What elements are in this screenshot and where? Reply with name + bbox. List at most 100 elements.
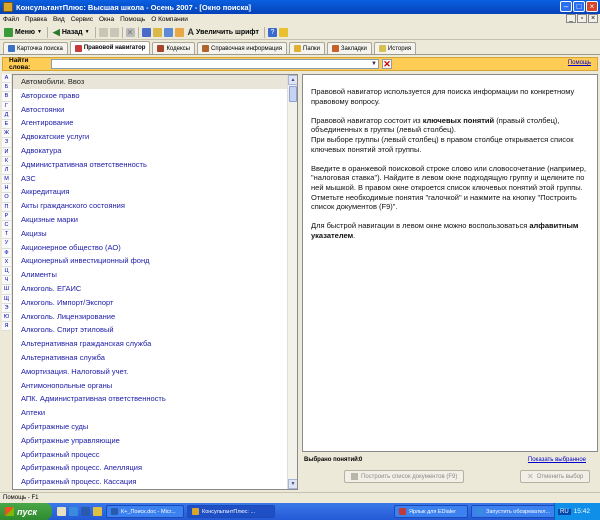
menu-file[interactable]: Файл: [3, 16, 19, 23]
find-icon[interactable]: [174, 27, 184, 37]
group-list-item[interactable]: Административная ответственность: [13, 158, 289, 172]
group-list-item[interactable]: АПК. Административная ответственность: [13, 392, 289, 406]
alphabet-letter[interactable]: М: [2, 175, 11, 185]
alphabet-letter[interactable]: В: [2, 92, 11, 102]
alphabet-letter[interactable]: О: [2, 193, 11, 203]
group-list-item[interactable]: Акцизы: [13, 227, 289, 241]
group-list-item[interactable]: Арбитражные управляющие: [13, 434, 289, 448]
tab-history[interactable]: История: [373, 42, 417, 54]
chevron-down-icon[interactable]: ▼: [370, 60, 378, 68]
tab-search-card[interactable]: Карточка поиска: [3, 42, 68, 54]
start-button[interactable]: пуск: [0, 503, 52, 520]
mdi-close-button[interactable]: ×: [588, 14, 598, 23]
tab-folders[interactable]: Папки: [289, 42, 325, 54]
group-list-item[interactable]: Альтернативная гражданская служба: [13, 337, 289, 351]
alphabet-letter[interactable]: Г: [2, 101, 11, 111]
group-list-item[interactable]: Аккредитация: [13, 185, 289, 199]
alphabet-letter[interactable]: Э: [2, 303, 11, 313]
word-export-icon[interactable]: [163, 27, 173, 37]
alphabet-letter[interactable]: У: [2, 239, 11, 249]
alphabet-letter[interactable]: Д: [2, 110, 11, 120]
task-consultant[interactable]: КонсультантПлюс: ...: [187, 505, 275, 518]
task-word-doc[interactable]: К+_Поиск.doc - Micr...: [106, 505, 184, 518]
tab-reference[interactable]: Справочная информация: [196, 42, 288, 54]
menu-button[interactable]: Меню ▼: [2, 26, 44, 38]
group-list-item[interactable]: Арбитражные суды: [13, 420, 289, 434]
alphabet-letter[interactable]: Ю: [2, 312, 11, 323]
desktop-icon[interactable]: [57, 507, 66, 516]
group-list-item[interactable]: Арбитражный процесс: [13, 448, 289, 462]
group-list-item[interactable]: Авторское право: [13, 89, 289, 103]
menu-help[interactable]: Помощь: [120, 16, 145, 23]
print-icon[interactable]: [141, 27, 151, 37]
group-list-item[interactable]: Амортизация. Налоговый учет.: [13, 365, 289, 379]
close-button[interactable]: ×: [586, 1, 598, 12]
alphabet-letter[interactable]: З: [2, 138, 11, 148]
group-list-item[interactable]: Акционерный инвестиционный фонд: [13, 254, 289, 268]
group-list-item[interactable]: Акционерное общество (АО): [13, 241, 289, 255]
tab-legal-navigator[interactable]: Правовой навигатор: [69, 41, 151, 54]
alphabet-letter[interactable]: И: [2, 147, 11, 157]
alphabet-letter[interactable]: Я: [2, 322, 11, 332]
group-list-item[interactable]: Адвокатура: [13, 144, 289, 158]
group-list-item[interactable]: Автомобили. Ввоз: [13, 75, 289, 89]
alphabet-letter[interactable]: Ж: [2, 129, 11, 139]
alphabet-letter[interactable]: Ч: [2, 276, 11, 286]
group-list-item[interactable]: Алкоголь. Спирт этиловый: [13, 323, 289, 337]
group-list-item[interactable]: Арбитражный процесс. Кассация: [13, 475, 289, 489]
menu-about[interactable]: О Компании: [151, 16, 188, 23]
menu-windows[interactable]: Окна: [99, 16, 114, 23]
group-list-item[interactable]: Акцизные марки: [13, 213, 289, 227]
group-list-item[interactable]: Агентирование: [13, 116, 289, 130]
group-list-item[interactable]: АЗС: [13, 172, 289, 186]
group-list-item[interactable]: Адвокатские услуги: [13, 130, 289, 144]
group-list-item[interactable]: Акты гражданского состояния: [13, 199, 289, 213]
cancel-selection-button[interactable]: ✕ Отменить выбор: [520, 470, 591, 483]
clear-search-button[interactable]: ✕: [382, 59, 392, 69]
back-button[interactable]: ◀ Назад ▼: [51, 26, 92, 38]
alphabet-letter[interactable]: Л: [2, 165, 11, 176]
word-icon[interactable]: [81, 507, 90, 516]
group-list-item[interactable]: Алкоголь. Импорт/Экспорт: [13, 296, 289, 310]
group-list-item[interactable]: Алкоголь. ЕГАИС: [13, 282, 289, 296]
folder-icon[interactable]: [93, 507, 102, 516]
build-document-list-button[interactable]: Построить список документов (F9): [344, 470, 465, 483]
alphabet-letter[interactable]: Т: [2, 230, 11, 240]
menu-edit[interactable]: Правка: [25, 16, 47, 23]
paste-icon[interactable]: [109, 27, 119, 37]
alphabet-letter[interactable]: Щ: [2, 294, 11, 304]
alphabet-letter[interactable]: А: [2, 74, 11, 84]
group-list-item[interactable]: Алименты: [13, 268, 289, 282]
mdi-restore-button[interactable]: ▫: [577, 14, 587, 23]
save-icon[interactable]: [152, 27, 162, 37]
mdi-minimize-button[interactable]: _: [566, 14, 576, 23]
scroll-down-button[interactable]: ▼: [288, 479, 297, 489]
menu-view[interactable]: Вид: [53, 16, 65, 23]
task-browser[interactable]: Запустить обозревател...: [471, 505, 557, 518]
group-list-item[interactable]: Алкоголь. Лицензирование: [13, 310, 289, 324]
group-list-item[interactable]: Антимонопольные органы: [13, 379, 289, 393]
groups-scrollbar[interactable]: ▲ ▼: [287, 75, 297, 489]
menu-service[interactable]: Сервис: [71, 16, 93, 23]
scroll-up-button[interactable]: ▲: [288, 75, 297, 85]
group-list-item[interactable]: Автостоянки: [13, 103, 289, 117]
lightbulb-icon[interactable]: [278, 27, 288, 37]
search-field[interactable]: ▼: [51, 59, 379, 70]
language-indicator[interactable]: RU: [558, 508, 571, 515]
delete-icon[interactable]: ✕: [125, 27, 135, 37]
scroll-thumb[interactable]: [289, 86, 297, 102]
alphabet-letter[interactable]: К: [2, 156, 11, 166]
group-list-item[interactable]: Аптеки: [13, 406, 289, 420]
alphabet-letter[interactable]: Х: [2, 257, 11, 267]
copy-icon[interactable]: [98, 27, 108, 37]
help-link[interactable]: Помощь: [568, 60, 591, 66]
alphabet-letter[interactable]: Н: [2, 184, 11, 194]
show-selected-link[interactable]: Показать выбранное: [528, 457, 586, 463]
maximize-button[interactable]: □: [573, 1, 585, 12]
alphabet-letter[interactable]: Ш: [2, 285, 11, 295]
alphabet-letter[interactable]: Е: [2, 119, 11, 130]
task-edialer[interactable]: Ярлык для EDialer: [394, 505, 468, 518]
alphabet-letter[interactable]: Ц: [2, 266, 11, 277]
group-list-item[interactable]: Альтернативная служба: [13, 351, 289, 365]
alphabet-letter[interactable]: Б: [2, 83, 11, 93]
